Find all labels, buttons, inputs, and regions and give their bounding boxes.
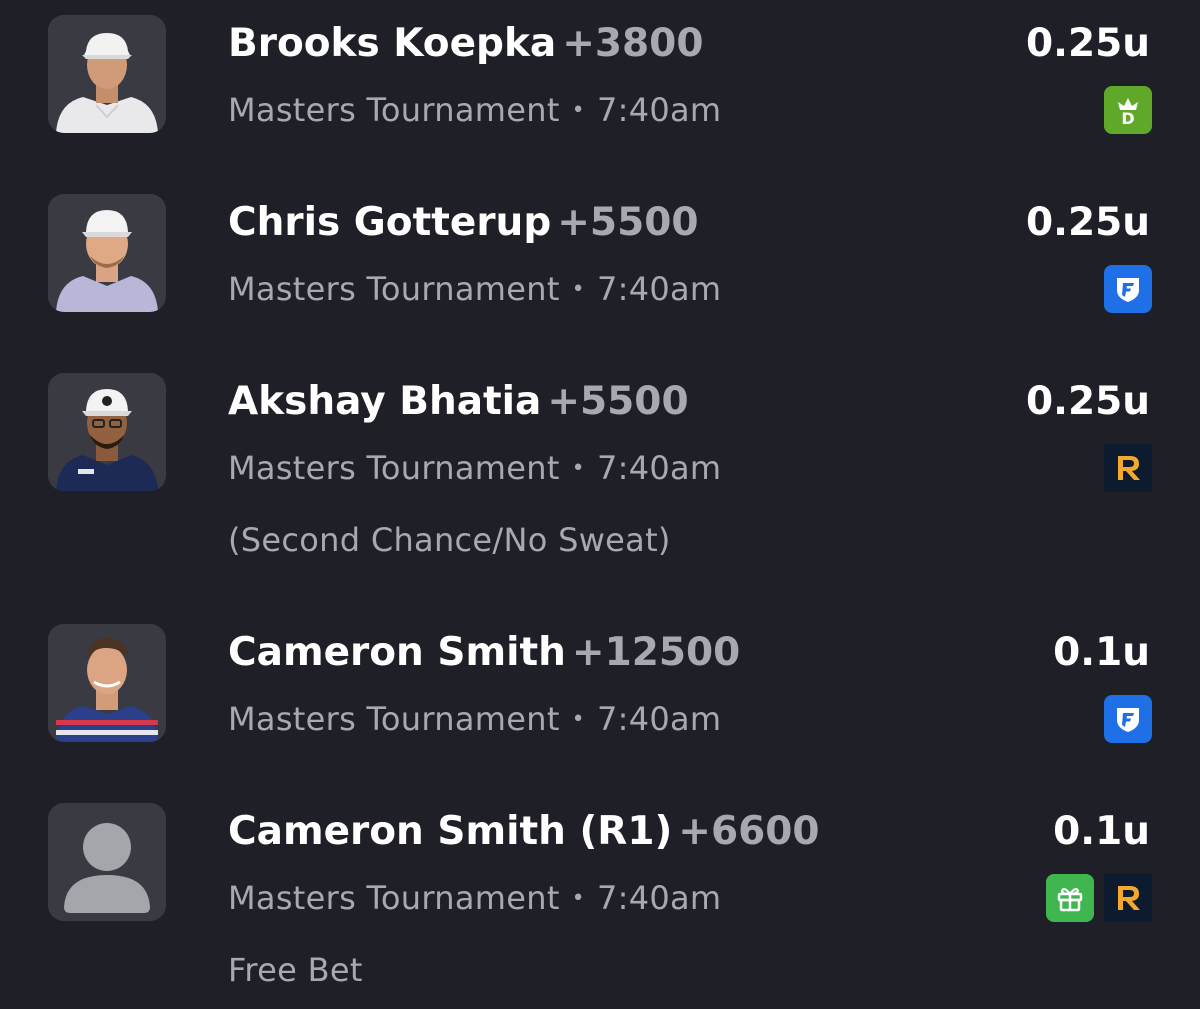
player-name: Chris Gotterup (228, 200, 552, 245)
rebet-icon (1104, 444, 1152, 492)
stake-amount: 0.1u (1053, 630, 1150, 675)
event-time: 7:40am (596, 91, 722, 129)
event-time: 7:40am (596, 449, 722, 487)
fanduel-icon (1104, 695, 1152, 743)
fanduel-icon (1104, 265, 1152, 313)
bet-subtitle: Masters Tournament • 7:40am (228, 90, 721, 131)
bet-note: (Second Chance/No Sweat) (228, 521, 671, 559)
rebet-icon (1104, 874, 1152, 922)
event-time: 7:40am (596, 270, 722, 308)
separator: • (571, 98, 585, 123)
sportsbook-badges: D (1104, 86, 1152, 134)
player-photo (48, 373, 166, 491)
placeholder-person-icon (48, 803, 166, 921)
odds: +5500 (557, 200, 699, 245)
bet-title: Akshay Bhatia +5500 (228, 379, 689, 425)
sportsbook-badges (1104, 444, 1152, 492)
odds: +12500 (571, 630, 741, 675)
separator: • (571, 707, 585, 732)
bet-subtitle: Masters Tournament • 7:40am (228, 269, 721, 310)
player-name: Akshay Bhatia (228, 379, 542, 424)
bet-title: Brooks Koepka +3800 (228, 21, 703, 67)
sportsbook-badges (1104, 265, 1152, 313)
event-name: Masters Tournament (228, 449, 560, 487)
svg-text:D: D (1121, 109, 1134, 128)
separator: • (571, 886, 585, 911)
event-name: Masters Tournament (228, 700, 560, 738)
separator: • (571, 277, 585, 302)
bet-title: Cameron Smith +12500 (228, 630, 740, 676)
gift-icon (1046, 874, 1094, 922)
stake-amount: 0.25u (1026, 379, 1150, 424)
bet-title: Chris Gotterup +5500 (228, 200, 698, 246)
player-name: Cameron Smith (228, 630, 566, 675)
bet-subtitle: Masters Tournament • 7:40am (228, 699, 721, 740)
player-name: Brooks Koepka (228, 21, 557, 66)
player-name: Cameron Smith (R1) (228, 809, 673, 854)
odds: +6600 (678, 809, 820, 854)
stake-amount: 0.1u (1053, 809, 1150, 854)
stake-amount: 0.25u (1026, 21, 1150, 66)
sportsbook-badges (1046, 874, 1152, 922)
draftkings-icon: D (1104, 86, 1152, 134)
event-time: 7:40am (596, 879, 722, 917)
sportsbook-badges (1104, 695, 1152, 743)
bet-list: Brooks Koepka +3800 Masters Tournament • 7:… (0, 0, 1200, 1009)
odds: +3800 (562, 21, 704, 66)
event-time: 7:40am (596, 700, 722, 738)
event-name: Masters Tournament (228, 91, 560, 129)
bet-subtitle: Masters Tournament • 7:40am (228, 878, 721, 919)
player-photo (48, 624, 166, 742)
player-photo (48, 15, 166, 133)
odds: +5500 (547, 379, 689, 424)
bet-title: Cameron Smith (R1) +6600 (228, 809, 820, 855)
player-photo (48, 194, 166, 312)
event-name: Masters Tournament (228, 879, 560, 917)
separator: • (571, 456, 585, 481)
event-name: Masters Tournament (228, 270, 560, 308)
bet-note: Free Bet (228, 951, 363, 989)
stake-amount: 0.25u (1026, 200, 1150, 245)
bet-subtitle: Masters Tournament • 7:40am (228, 448, 721, 489)
